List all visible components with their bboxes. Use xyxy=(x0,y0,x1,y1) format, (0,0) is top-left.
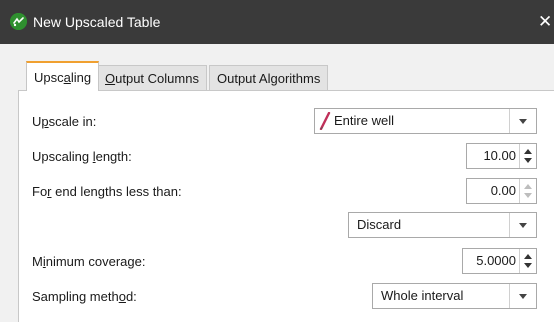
minimum-coverage-stepper[interactable]: 5.0000 xyxy=(462,248,537,274)
chevron-down-icon xyxy=(509,109,536,133)
chevron-down-icon xyxy=(509,284,536,308)
tab-output-columns[interactable]: Output Columns xyxy=(97,65,207,90)
tab-upscaling[interactable]: Upscaling xyxy=(26,61,100,91)
upscaling-length-label: Upscaling length: xyxy=(32,149,132,164)
end-lengths-label: For end lengths less than: xyxy=(32,184,182,199)
sampling-method-value: Whole interval xyxy=(381,288,464,303)
upscaling-length-value: 10.00 xyxy=(483,148,516,163)
dialog-body: Upscaling Output Columns Output Algorith… xyxy=(0,44,554,322)
close-button[interactable]: ✕ xyxy=(538,8,554,36)
minimum-coverage-value: 5.0000 xyxy=(476,253,516,268)
end-lengths-action-select[interactable]: Discard xyxy=(348,212,537,238)
upscale-in-label: Upscale in: xyxy=(32,114,97,129)
spin-buttons[interactable] xyxy=(519,179,536,203)
upscale-in-value: Entire well xyxy=(334,113,394,128)
upscale-in-select[interactable]: Entire well xyxy=(314,108,537,134)
chevron-down-icon xyxy=(509,213,536,237)
end-lengths-action-value: Discard xyxy=(357,217,402,232)
sampling-method-label: Sampling method: xyxy=(32,289,137,304)
upscaling-length-stepper[interactable]: 10.00 xyxy=(466,143,537,169)
window-title: New Upscaled Table xyxy=(33,14,161,30)
minimum-coverage-label: Minimum coverage: xyxy=(32,254,146,269)
end-lengths-value: 0.00 xyxy=(490,183,516,198)
spin-buttons[interactable] xyxy=(519,249,536,273)
title-bar: New Upscaled Table ✕ xyxy=(0,0,554,44)
pencil-curve-icon xyxy=(319,111,331,131)
tab-output-algorithms[interactable]: Output Algorithms xyxy=(209,65,329,90)
end-lengths-stepper[interactable]: 0.00 xyxy=(466,178,537,204)
sampling-method-select[interactable]: Whole interval xyxy=(372,283,537,309)
spin-buttons[interactable] xyxy=(519,144,536,168)
app-logo-icon xyxy=(10,13,27,30)
